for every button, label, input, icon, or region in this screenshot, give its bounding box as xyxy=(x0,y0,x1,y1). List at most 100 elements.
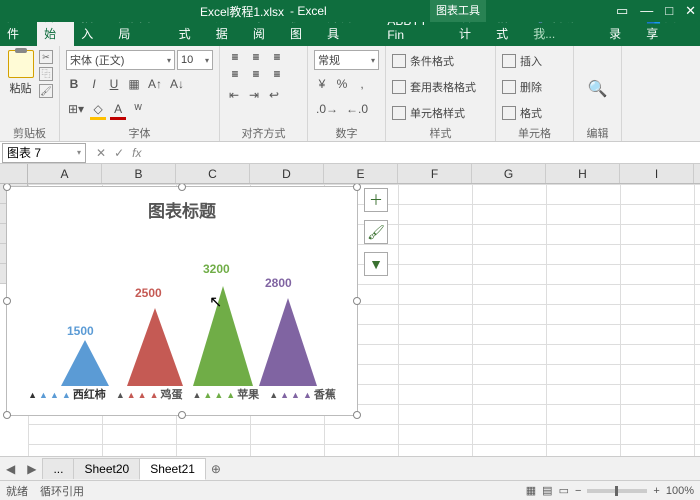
font-name-combo[interactable]: 宋体 (正文)▾ xyxy=(66,50,175,70)
borders-button[interactable]: ⊞▾ xyxy=(66,102,86,120)
ribbon-tabs: 文件 开始 插入 页面布局 公式 数据 审阅 视图 开发工具 ABBYY Fin… xyxy=(0,22,700,46)
col-header[interactable]: B xyxy=(102,164,176,183)
find-icon[interactable]: 🔍 xyxy=(586,79,610,97)
worksheet-grid[interactable]: 1 2 3 4 5 图表标题 1500 2500 3200 2800 ↖ ▲西红… xyxy=(0,184,700,456)
ribbon: 粘贴 ✂ ⿻ 🖌 剪贴板 宋体 (正文)▾ 10▾ B I U ▦ A↑ A↓ xyxy=(0,46,700,142)
format-painter-icon[interactable]: 🖌 xyxy=(39,84,53,98)
format-cells-button[interactable]: 格式 xyxy=(502,102,542,124)
sheet-tab-bar: ◀ ▶ ... Sheet20 Sheet21 ⊕ xyxy=(0,456,700,480)
edit-label: 编辑 xyxy=(580,125,615,139)
close-icon[interactable]: ✕ xyxy=(685,3,696,19)
col-header[interactable]: F xyxy=(398,164,472,183)
font-grow-button[interactable]: A↑ xyxy=(146,77,164,95)
wrap-button[interactable]: ↩ xyxy=(266,88,282,106)
col-header[interactable]: G xyxy=(472,164,546,183)
chart-title[interactable]: 图表标题 xyxy=(7,197,357,222)
zoom-out-button[interactable]: − xyxy=(575,485,581,497)
view-layout-icon[interactable]: ▤ xyxy=(542,484,552,497)
comma-button[interactable]: , xyxy=(354,77,370,95)
italic-button[interactable]: I xyxy=(86,77,102,95)
underline-button[interactable]: U xyxy=(106,77,122,95)
font-size-combo[interactable]: 10▾ xyxy=(177,50,213,70)
paste-button[interactable]: 粘贴 xyxy=(6,50,35,96)
chart-tools-label: 图表工具 xyxy=(430,0,486,22)
col-header[interactable]: A xyxy=(28,164,102,183)
add-sheet-button[interactable]: ⊕ xyxy=(205,462,227,476)
currency-button[interactable]: ¥ xyxy=(314,77,330,95)
inc-decimal-button[interactable]: .0→ xyxy=(314,102,340,120)
ribbon-opts-icon[interactable]: ▭ xyxy=(616,3,628,19)
chart-plot-area[interactable]: 1500 2500 3200 2800 ↖ xyxy=(7,226,357,386)
align-mid-icon[interactable]: ≡ xyxy=(247,50,265,64)
font-color-button[interactable]: A xyxy=(110,102,126,120)
col-header[interactable]: H xyxy=(546,164,620,183)
phonetic-button[interactable]: ᵂ xyxy=(130,102,146,120)
align-top-icon[interactable]: ≡ xyxy=(226,50,244,64)
indent-inc-button[interactable]: ⇥ xyxy=(246,88,262,106)
sheet-tab[interactable]: Sheet21 xyxy=(139,458,206,480)
chart-filter-button[interactable]: ▼ xyxy=(364,252,388,276)
column-headers: A B C D E F G H I xyxy=(0,164,700,184)
cancel-icon[interactable]: ✕ xyxy=(96,146,106,160)
styles-label: 样式 xyxy=(392,125,489,139)
col-header[interactable]: D xyxy=(250,164,324,183)
col-header[interactable]: C xyxy=(176,164,250,183)
chart-object[interactable]: 图表标题 1500 2500 3200 2800 ↖ ▲西红柿 ▲鸡蛋 ▲苹果 … xyxy=(6,186,358,416)
col-header[interactable]: I xyxy=(620,164,694,183)
view-normal-icon[interactable]: ▦ xyxy=(526,484,536,497)
chart-styles-button[interactable]: 🖌 xyxy=(364,220,388,244)
doc-name: Excel教程1.xlsx xyxy=(200,3,284,20)
align-right-icon[interactable]: ≡ xyxy=(268,67,286,81)
align-bot-icon[interactable]: ≡ xyxy=(268,50,286,64)
legend-item[interactable]: ▲鸡蛋 xyxy=(116,386,183,402)
chart-elements-button[interactable]: ＋ xyxy=(364,188,388,212)
data-label: 2800 xyxy=(265,276,292,290)
align-center-icon[interactable]: ≡ xyxy=(247,67,265,81)
data-label: 1500 xyxy=(67,324,94,338)
table-format-button[interactable]: 套用表格格式 xyxy=(392,76,476,98)
number-format-combo[interactable]: 常规▾ xyxy=(314,50,379,70)
zoom-level[interactable]: 100% xyxy=(666,485,694,497)
fill-color-button[interactable]: ◇ xyxy=(90,102,106,120)
dec-decimal-button[interactable]: ←.0 xyxy=(344,102,370,120)
indent-dec-button[interactable]: ⇤ xyxy=(226,88,242,106)
border-button[interactable]: ▦ xyxy=(126,77,142,95)
bar-triangle xyxy=(61,340,109,386)
legend-item[interactable]: ▲西红柿 xyxy=(28,386,106,402)
align-label: 对齐方式 xyxy=(226,125,301,139)
col-header[interactable]: E xyxy=(324,164,398,183)
copy-icon[interactable]: ⿻ xyxy=(39,67,53,81)
select-all-cell[interactable] xyxy=(0,164,28,183)
legend-item[interactable]: ▲香蕉 xyxy=(269,386,336,402)
maximize-icon[interactable]: □ xyxy=(665,3,673,19)
app-name: - Excel xyxy=(290,4,327,18)
chart-legend[interactable]: ▲西红柿 ▲鸡蛋 ▲苹果 ▲香蕉 xyxy=(7,386,357,402)
sheet-tab[interactable]: Sheet20 xyxy=(73,458,140,479)
bar-triangle xyxy=(193,286,253,386)
data-label: 2500 xyxy=(135,286,162,300)
view-break-icon[interactable]: ▭ xyxy=(559,484,569,497)
name-box[interactable]: 图表 7▾ xyxy=(2,143,86,163)
fx-icon[interactable]: fx xyxy=(132,146,141,160)
minimize-icon[interactable]: — xyxy=(640,3,653,19)
percent-button[interactable]: % xyxy=(334,77,350,95)
insert-cells-button[interactable]: 插入 xyxy=(502,50,542,72)
cond-format-button[interactable]: 条件格式 xyxy=(392,50,454,72)
legend-item[interactable]: ▲苹果 xyxy=(193,386,260,402)
zoom-slider[interactable] xyxy=(587,489,647,493)
status-circular: 循环引用 xyxy=(40,483,84,499)
delete-cells-button[interactable]: 删除 xyxy=(502,76,542,98)
align-left-icon[interactable]: ≡ xyxy=(226,67,244,81)
bar-triangle xyxy=(259,298,317,386)
cell-style-button[interactable]: 单元格样式 xyxy=(392,102,465,124)
font-label: 字体 xyxy=(66,125,213,139)
bar-triangle xyxy=(127,308,183,386)
bold-button[interactable]: B xyxy=(66,77,82,95)
sheet-nav-prev[interactable]: ◀ xyxy=(0,462,21,476)
cut-icon[interactable]: ✂ xyxy=(39,50,53,64)
sheet-tab-more[interactable]: ... xyxy=(42,458,74,479)
font-shrink-button[interactable]: A↓ xyxy=(168,77,186,95)
zoom-in-button[interactable]: + xyxy=(653,485,659,497)
enter-icon[interactable]: ✓ xyxy=(114,146,124,160)
sheet-nav-next[interactable]: ▶ xyxy=(21,462,42,476)
